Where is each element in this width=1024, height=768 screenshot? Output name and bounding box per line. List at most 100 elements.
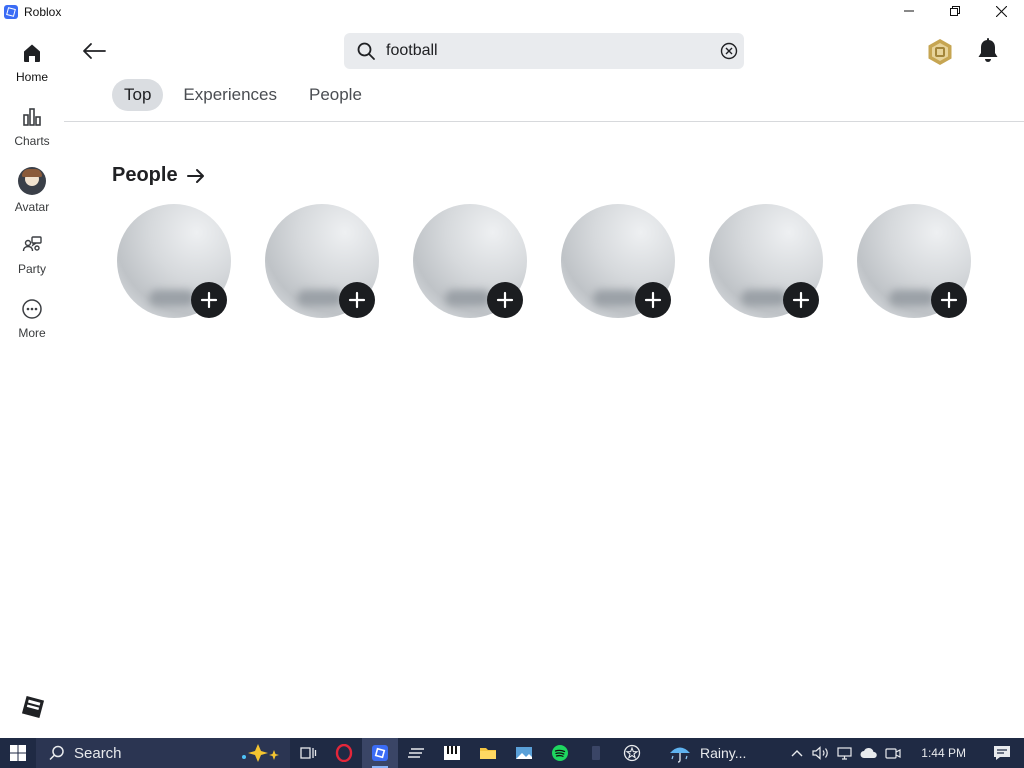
sidebar-item-label: More (18, 326, 46, 340)
photos-icon (516, 747, 532, 759)
minimized-app[interactable] (578, 738, 614, 768)
taskbar-search[interactable]: Search (36, 738, 290, 768)
person-card[interactable] (857, 204, 971, 320)
app-icon (592, 746, 600, 760)
camera-icon (885, 748, 901, 759)
task-view-icon (300, 747, 317, 759)
bell-icon (978, 38, 998, 62)
sidebar-item-avatar[interactable]: Avatar (0, 164, 64, 224)
onedrive-button[interactable] (857, 738, 881, 768)
spotify-icon (552, 745, 568, 761)
windows-logo-icon (10, 745, 26, 761)
more-icon (19, 296, 45, 322)
tab-top[interactable]: Top (112, 79, 164, 111)
add-friend-button[interactable] (339, 282, 375, 318)
message-icon (994, 746, 1010, 760)
minimize-icon (904, 10, 914, 12)
add-friend-button[interactable] (783, 282, 819, 318)
piano-app[interactable] (434, 738, 470, 768)
tab-people[interactable]: People (297, 79, 374, 111)
close-icon (995, 5, 1007, 17)
opera-icon (335, 744, 353, 762)
sidebar-item-label: Home (15, 70, 48, 84)
person-card[interactable] (265, 204, 379, 320)
cloud-icon (860, 747, 878, 758)
roblox-app[interactable] (362, 738, 398, 768)
task-view-button[interactable] (290, 738, 326, 768)
notes-app[interactable] (398, 738, 434, 768)
search-bar (344, 33, 744, 69)
weather-text: Rainy... (700, 745, 747, 761)
network-icon (837, 747, 852, 760)
back-button[interactable] (80, 38, 108, 64)
meet-now-button[interactable] (881, 738, 905, 768)
sidebar-item-home[interactable]: Home (0, 38, 64, 98)
sidebar-item-label: Avatar (14, 200, 50, 214)
taskbar-search-label: Search (74, 744, 122, 762)
robux-button[interactable] (926, 38, 954, 66)
plus-icon (200, 291, 218, 309)
sidebar-nav: Home Charts Avatar Party More (0, 24, 64, 738)
tabs-divider (64, 121, 1024, 122)
window-controls (886, 0, 1024, 22)
person-card[interactable] (561, 204, 675, 320)
start-button[interactable] (0, 738, 36, 768)
minimize-button[interactable] (886, 0, 932, 22)
close-window-button[interactable] (978, 0, 1024, 22)
network-button[interactable] (833, 738, 857, 768)
add-friend-button[interactable] (191, 282, 227, 318)
tab-experiences[interactable]: Experiences (171, 79, 289, 111)
weather-widget[interactable]: Rainy... (668, 742, 746, 764)
person-card[interactable] (413, 204, 527, 320)
section-title: People (112, 164, 178, 186)
sidebar-item-label: Party (17, 262, 46, 276)
avatar-icon (17, 166, 47, 196)
opera-app[interactable] (326, 738, 362, 768)
notifications-button[interactable] (975, 37, 1001, 65)
search-input[interactable] (386, 42, 706, 60)
chevron-up-icon (791, 750, 803, 757)
folder-icon (480, 748, 496, 759)
title-bar: Roblox (0, 0, 1024, 24)
people-section-header[interactable]: People (112, 164, 206, 187)
sparkles-icon (242, 744, 279, 762)
charts-icon (19, 104, 45, 130)
system-tray: 1:44 PM (785, 738, 1024, 768)
clear-icon (720, 42, 738, 60)
robux-icon (928, 39, 952, 65)
arrow-left-icon (83, 43, 106, 59)
add-friend-button[interactable] (487, 282, 523, 318)
file-explorer-app[interactable] (470, 738, 506, 768)
add-friend-button[interactable] (931, 282, 967, 318)
star-app[interactable] (614, 738, 650, 768)
sidebar-item-party[interactable]: Party (0, 230, 64, 290)
clear-search-button[interactable] (720, 42, 738, 60)
sidebar-item-charts[interactable]: Charts (0, 102, 64, 162)
avatar (18, 167, 46, 195)
search-icon (357, 42, 375, 60)
stripes-icon (408, 748, 424, 758)
search-icon (49, 745, 64, 761)
show-hidden-icons-button[interactable] (785, 738, 809, 768)
volume-icon (812, 746, 829, 760)
umbrella-rain-icon (670, 747, 690, 763)
plus-icon (940, 291, 958, 309)
taskbar-clock[interactable]: 1:44 PM (921, 746, 966, 760)
person-card[interactable] (117, 204, 231, 320)
sidebar-item-more[interactable]: More (0, 294, 64, 354)
photos-app[interactable] (506, 738, 542, 768)
spotify-app[interactable] (542, 738, 578, 768)
windows-taskbar: Search Rainy... 1:44 PM (0, 738, 1024, 768)
restore-button[interactable] (932, 0, 978, 22)
volume-button[interactable] (809, 738, 833, 768)
person-card[interactable] (709, 204, 823, 320)
restore-icon (950, 6, 960, 16)
notification-center-button[interactable] (980, 738, 1024, 768)
window-title: Roblox (24, 5, 62, 19)
plus-icon (792, 291, 810, 309)
roblox-logo-icon (21, 695, 45, 719)
sidebar-item-label: Charts (14, 134, 50, 148)
roblox-app-icon (4, 5, 18, 19)
add-friend-button[interactable] (635, 282, 671, 318)
plus-icon (496, 291, 514, 309)
